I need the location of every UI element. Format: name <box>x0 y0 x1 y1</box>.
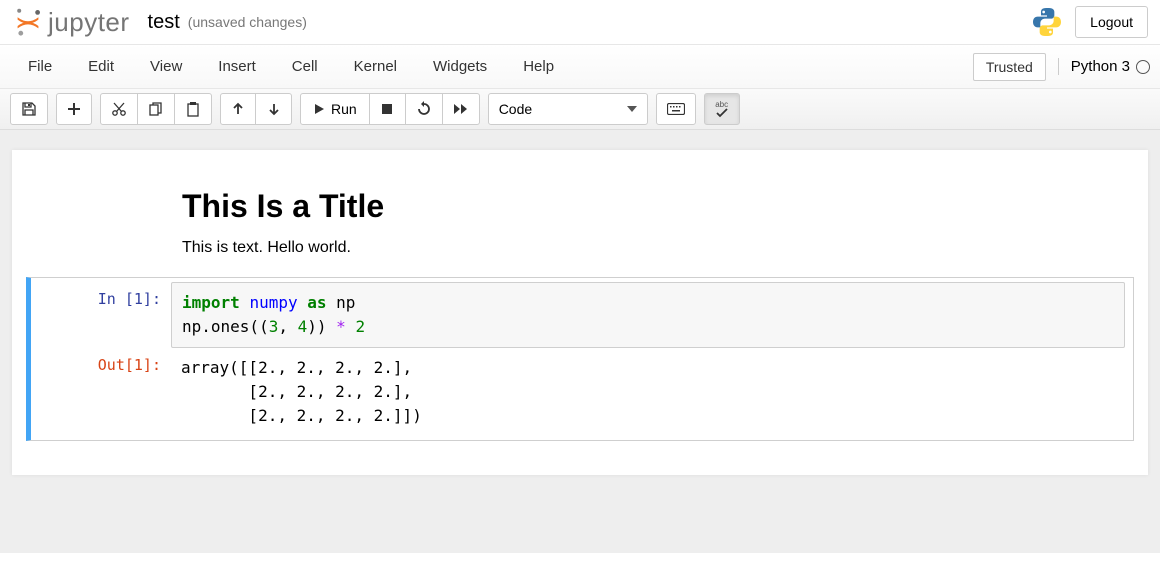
header: jupyter test (unsaved changes) Logout <box>0 0 1160 44</box>
restart-button[interactable] <box>406 93 443 125</box>
code-cell[interactable]: In [1]: import numpy as np np.ones((3, 4… <box>26 277 1134 441</box>
play-icon <box>313 103 325 115</box>
toolbar: Run Code abc <box>0 89 1160 130</box>
menu-edit[interactable]: Edit <box>70 49 132 84</box>
restart-run-all-button[interactable] <box>443 93 480 125</box>
notebook-container: This Is a Title This is text. Hello worl… <box>0 130 1160 553</box>
python-icon <box>1031 6 1063 38</box>
save-button[interactable] <box>10 93 48 125</box>
menu-view[interactable]: View <box>132 49 200 84</box>
fast-forward-icon <box>453 103 469 115</box>
markdown-cell[interactable]: This Is a Title This is text. Hello worl… <box>12 180 1148 273</box>
jupyter-logo[interactable]: jupyter <box>12 6 130 38</box>
notebook-name[interactable]: test <box>148 11 180 34</box>
spellcheck-button[interactable]: abc <box>704 93 740 125</box>
menu-help[interactable]: Help <box>505 49 572 84</box>
copy-icon <box>148 101 164 117</box>
menu-kernel[interactable]: Kernel <box>336 49 415 84</box>
markdown-text: This is text. Hello world. <box>182 239 1134 257</box>
cut-button[interactable] <box>100 93 138 125</box>
check-icon <box>715 108 729 118</box>
plus-icon <box>67 102 81 116</box>
copy-button[interactable] <box>138 93 175 125</box>
cell-type-select[interactable]: Code <box>488 93 648 125</box>
command-palette-button[interactable] <box>656 93 696 125</box>
jupyter-logo-text: jupyter <box>48 7 130 38</box>
menubar: File Edit View Insert Cell Kernel Widget… <box>0 44 1160 89</box>
jupyter-icon <box>12 6 44 38</box>
menu-widgets[interactable]: Widgets <box>415 49 505 84</box>
menu-insert[interactable]: Insert <box>200 49 274 84</box>
code-input[interactable]: import numpy as np np.ones((3, 4)) * 2 <box>171 282 1125 348</box>
run-button[interactable]: Run <box>300 93 370 125</box>
interrupt-button[interactable] <box>370 93 406 125</box>
trusted-button[interactable]: Trusted <box>973 53 1046 81</box>
paste-icon <box>185 101 201 117</box>
input-prompt: In [1]: <box>31 282 171 316</box>
move-down-button[interactable] <box>256 93 292 125</box>
save-status: (unsaved changes) <box>188 14 307 30</box>
kernel-name: Python 3 <box>1071 58 1130 75</box>
stop-icon <box>381 103 393 115</box>
notebook: This Is a Title This is text. Hello worl… <box>12 150 1148 475</box>
add-cell-button[interactable] <box>56 93 92 125</box>
menu-file[interactable]: File <box>10 49 70 84</box>
output-prompt: Out[1]: <box>31 348 171 382</box>
run-label: Run <box>331 101 357 117</box>
arrow-down-icon <box>267 102 281 116</box>
markdown-title: This Is a Title <box>182 188 1134 225</box>
kernel-indicator[interactable]: Python 3 <box>1058 58 1150 75</box>
restart-icon <box>416 101 432 117</box>
scissors-icon <box>111 101 127 117</box>
menu-cell[interactable]: Cell <box>274 49 336 84</box>
move-up-button[interactable] <box>220 93 256 125</box>
arrow-up-icon <box>231 102 245 116</box>
paste-button[interactable] <box>175 93 212 125</box>
save-icon <box>21 101 37 117</box>
keyboard-icon <box>667 103 685 115</box>
kernel-status-icon <box>1136 60 1150 74</box>
code-output: array([[2., 2., 2., 2.], [2., 2., 2., 2.… <box>171 348 1133 436</box>
logout-button[interactable]: Logout <box>1075 6 1148 38</box>
